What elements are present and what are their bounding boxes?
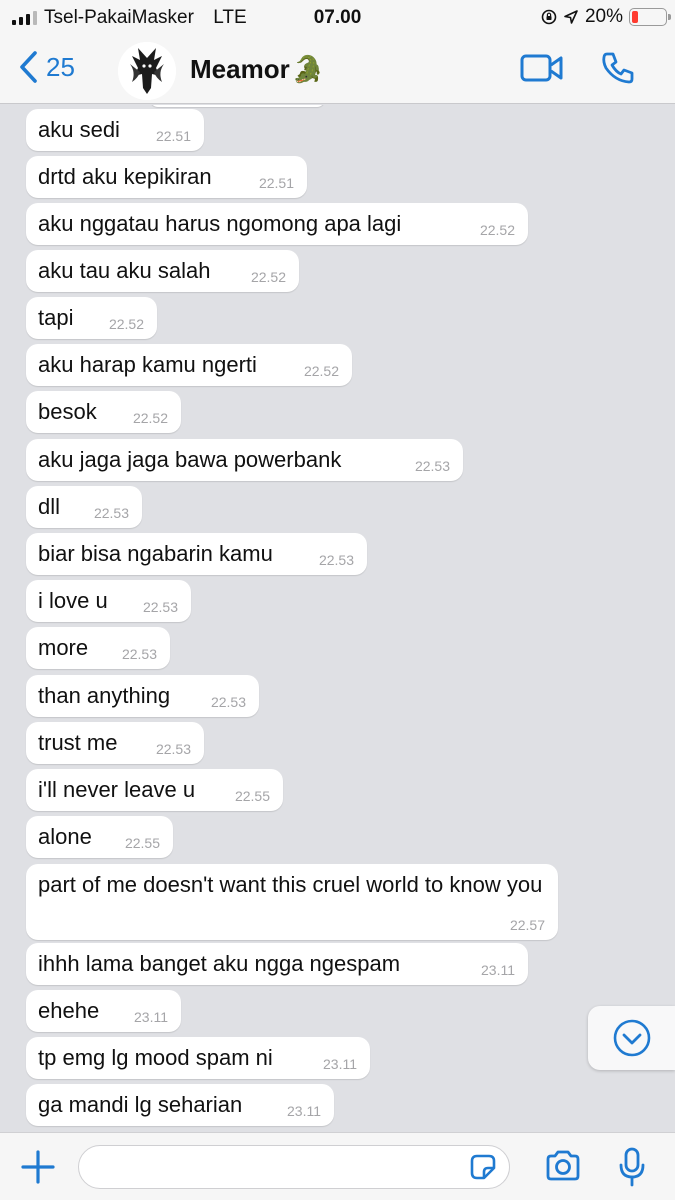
message-timestamp: 22.53 [210, 694, 246, 710]
crocodile-emoji: 🐊 [291, 54, 325, 84]
contact-name-text: Meamor [190, 54, 290, 84]
message-bubble[interactable]: than anything 22.53 [26, 675, 259, 717]
message-bubble[interactable]: ga mandi lg seharian 23.11 [26, 1084, 334, 1126]
message-bubble[interactable]: aku jaga jaga bawa powerbank 22.53 [26, 439, 463, 481]
message-bubble[interactable]: ehehe 23.11 [26, 990, 181, 1032]
message-text: ga mandi lg seharian [38, 1092, 243, 1117]
message-timestamp: 22.53 [93, 505, 129, 521]
message-bubble[interactable]: dll 22.53 [26, 486, 142, 528]
message-bubble[interactable]: ihhh lama banget aku ngga ngespam 23.11 [26, 943, 528, 985]
avatar-image [118, 42, 176, 100]
message-text: part of me doesn't want this cruel world… [38, 872, 543, 897]
message-timestamp: 22.52 [479, 222, 515, 238]
message-bubble[interactable]: tapi 22.52 [26, 297, 157, 339]
message-text: tp emg lg mood spam ni [38, 1045, 273, 1070]
message-bubble[interactable]: i'll never leave u 22.55 [26, 769, 283, 811]
message-text: drtd aku kepikiran [38, 164, 212, 189]
message-bubble[interactable]: more 22.53 [26, 627, 170, 669]
battery-level-fill [632, 11, 639, 23]
scroll-to-bottom-button[interactable] [588, 1006, 675, 1070]
message-bubble[interactable]: aku tau aku salah 22.52 [26, 250, 299, 292]
message-bubble[interactable]: i love u 22.53 [26, 580, 191, 622]
message-input[interactable] [78, 1145, 510, 1189]
input-bar [0, 1132, 675, 1200]
video-camera-icon [520, 54, 563, 82]
chat-header: 25 Meamor 🐊 [0, 36, 675, 104]
unread-count: 25 [46, 51, 75, 82]
message-bubble[interactable]: part of me doesn't want this cruel world… [26, 864, 558, 940]
message-timestamp: 22.53 [414, 458, 450, 474]
message-timestamp: 22.53 [142, 599, 178, 615]
location-arrow-icon [564, 10, 578, 24]
message-timestamp: 22.52 [132, 410, 168, 426]
message-bubble[interactable]: aku sedi 22.51 [26, 109, 204, 151]
attach-button[interactable] [20, 1149, 56, 1190]
message-list[interactable]: aku sedi 22.51 drtd aku kepikiran 22.51 aku … [0, 105, 675, 1132]
message-timestamp: 23.11 [134, 1009, 168, 1025]
message-timestamp: 22.57 [509, 917, 545, 933]
sticker-button[interactable] [468, 1152, 498, 1187]
message-timestamp: 23.11 [287, 1103, 321, 1119]
message-timestamp: 22.55 [124, 835, 160, 851]
message-text: ihhh lama banget aku ngga ngespam [38, 951, 401, 976]
avatar[interactable] [118, 42, 176, 100]
message-text: biar bisa ngabarin kamu [38, 541, 273, 566]
message-bubble[interactable]: besok 22.52 [26, 391, 181, 433]
message-bubble[interactable]: tp emg lg mood spam ni 23.11 [26, 1037, 370, 1079]
contact-name[interactable]: Meamor 🐊 [190, 54, 324, 85]
microphone-icon [619, 1147, 645, 1187]
status-bar: Tsel-PakaiMasker LTE 07.00 20% [0, 0, 675, 36]
voice-message-button[interactable] [618, 1147, 646, 1192]
carrier-name: Tsel-PakaiMasker [44, 7, 194, 28]
carrier-info: Tsel-PakaiMasker LTE [44, 7, 247, 29]
camera-button[interactable] [544, 1149, 582, 1188]
message-bubble[interactable]: aku harap kamu ngerti 22.52 [26, 344, 352, 386]
message-text: aku jaga jaga bawa powerbank [38, 447, 342, 472]
message-timestamp: 23.11 [481, 962, 515, 978]
orientation-lock-icon [541, 9, 557, 25]
message-timestamp: 23.11 [323, 1056, 357, 1072]
message-bubble[interactable]: drtd aku kepikiran 22.51 [26, 156, 307, 198]
message-timestamp: 22.52 [303, 363, 339, 379]
partial-message-bubble [150, 105, 325, 107]
message-timestamp: 22.53 [318, 552, 354, 568]
battery-percent: 20% [584, 6, 623, 27]
message-bubble[interactable]: alone 22.55 [26, 816, 173, 858]
status-right-group: 20% [541, 6, 671, 28]
camera-icon [546, 1150, 580, 1181]
battery-icon [629, 8, 671, 26]
message-timestamp: 22.51 [155, 128, 191, 144]
message-timestamp: 22.51 [258, 175, 294, 191]
message-timestamp: 22.52 [108, 316, 144, 332]
message-timestamp: 22.53 [121, 646, 157, 662]
cellular-signal-icon [12, 11, 37, 25]
message-timestamp: 22.52 [250, 269, 286, 285]
video-call-button[interactable] [520, 53, 564, 88]
message-timestamp: 22.55 [234, 788, 270, 804]
message-text: aku nggatau harus ngomong apa lagi [38, 211, 402, 236]
back-button[interactable]: 25 [18, 50, 75, 84]
sticker-icon [470, 1154, 496, 1180]
message-text: aku tau aku salah [38, 258, 211, 283]
chevron-left-icon [20, 51, 37, 83]
network-type: LTE [213, 7, 247, 28]
message-bubble[interactable]: trust me 22.53 [26, 722, 204, 764]
message-bubble[interactable]: biar bisa ngabarin kamu 22.53 [26, 533, 367, 575]
message-text: aku harap kamu ngerti [38, 352, 257, 377]
message-bubble[interactable]: aku nggatau harus ngomong apa lagi 22.52 [26, 203, 528, 245]
plus-icon [21, 1150, 55, 1184]
chevron-down-circle-icon [613, 1019, 651, 1057]
voice-call-button[interactable] [600, 50, 636, 91]
phone-icon [602, 52, 634, 84]
message-timestamp: 22.53 [155, 741, 191, 757]
